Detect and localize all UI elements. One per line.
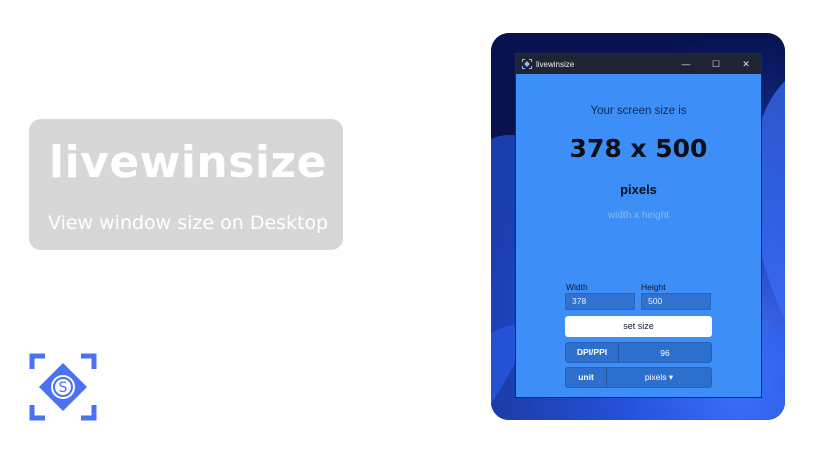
minimize-button[interactable]: — (671, 59, 701, 69)
app-preview: livewinsize — ☐ ✕ Your screen size is 37… (491, 33, 785, 420)
unit-select[interactable]: pixels ▾ (607, 372, 711, 383)
dpi-row: DPI/PPI 96 (565, 342, 712, 363)
lead-text: Your screen size is (590, 105, 687, 117)
svg-text:S: S (59, 380, 68, 396)
window-content: Your screen size is 378 x 500 pixels wid… (516, 74, 761, 397)
app-logo-icon: S (29, 353, 97, 421)
set-size-button[interactable]: set size (565, 316, 712, 337)
unit-row: unit pixels ▾ (565, 367, 712, 388)
dpi-input[interactable]: 96 (619, 348, 711, 358)
unit-text: pixels (620, 182, 657, 197)
caption-text: width x height (607, 210, 670, 221)
app-window: livewinsize — ☐ ✕ Your screen size is 37… (515, 53, 762, 398)
width-input[interactable]: 378 (565, 293, 635, 310)
promo-card: livewinsize View window size on Desktop (29, 119, 343, 250)
width-label: Width (566, 282, 588, 292)
dimensions-readout: 378 x 500 (569, 134, 708, 163)
window-title: livewinsize (536, 59, 575, 69)
dpi-label: DPI/PPI (566, 343, 619, 362)
height-input[interactable]: 500 (641, 293, 711, 310)
app-icon (522, 59, 532, 69)
title-bar[interactable]: livewinsize — ☐ ✕ (516, 54, 761, 74)
maximize-button[interactable]: ☐ (701, 59, 731, 70)
height-label: Height (641, 282, 666, 292)
unit-label: unit (566, 368, 607, 387)
close-button[interactable]: ✕ (731, 59, 761, 70)
promo-title: livewinsize (49, 137, 327, 188)
promo-subtitle: View window size on Desktop (48, 212, 329, 234)
